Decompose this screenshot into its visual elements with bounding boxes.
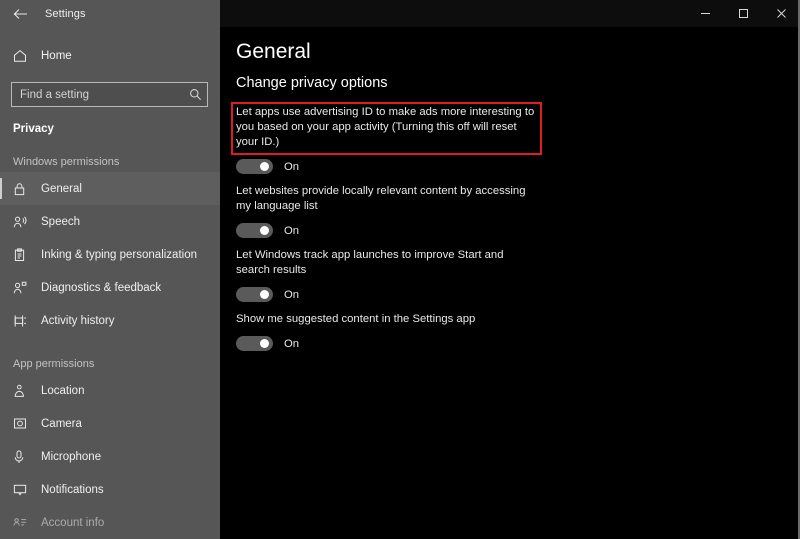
setting-advertising-id: Let apps use advertising ID to make ads …	[236, 105, 556, 174]
title-bar-left: Settings	[0, 0, 220, 27]
maximize-icon[interactable]	[724, 0, 762, 27]
toggle-knob	[260, 339, 269, 348]
toggle-knob	[260, 290, 269, 299]
toggle-state-label: On	[284, 160, 300, 173]
home-icon	[13, 49, 37, 63]
notifications-icon	[13, 483, 37, 496]
setting-label: Show me suggested content in the Setting…	[236, 313, 476, 325]
setting-label: Let Windows track app launches to improv…	[236, 249, 504, 276]
sidebar-group-heading-app-permissions: App permissions	[13, 358, 95, 370]
page-title: General	[236, 40, 311, 63]
window-controls	[686, 0, 798, 27]
toggle-knob	[260, 162, 269, 171]
diagnostics-icon	[13, 281, 37, 295]
main-content: General Change privacy options Let apps …	[220, 27, 798, 539]
sidebar-item-label: Microphone	[41, 450, 102, 463]
sidebar-item-label: Speech	[41, 215, 81, 228]
location-icon	[13, 384, 37, 398]
sidebar-category-title: Privacy	[13, 123, 54, 135]
account-info-icon	[13, 516, 37, 529]
clipboard-icon	[13, 247, 37, 262]
toggle-row[interactable]: On	[236, 223, 556, 238]
microphone-icon	[13, 450, 37, 464]
minimize-icon[interactable]	[686, 0, 724, 27]
sidebar-item-label: Location	[41, 384, 85, 397]
sidebar-item-label: Account info	[41, 516, 105, 529]
setting-label: Let websites provide locally relevant co…	[236, 185, 526, 212]
sidebar-item-label: Diagnostics & feedback	[41, 281, 162, 294]
privacy-options-list: Let apps use advertising ID to make ads …	[236, 105, 556, 361]
sidebar-item-diagnostics-feedback[interactable]: Diagnostics & feedback	[0, 271, 220, 304]
sidebar-item-activity-history[interactable]: Activity history	[0, 304, 220, 337]
sidebar-item-notifications[interactable]: Notifications	[0, 473, 220, 506]
search-input[interactable]	[12, 88, 183, 101]
toggle-state-label: On	[284, 224, 300, 237]
sidebar-item-label: Notifications	[41, 483, 104, 496]
sidebar-item-home[interactable]: Home	[0, 43, 220, 69]
advertising-id-toggle[interactable]	[236, 159, 273, 174]
back-arrow-icon[interactable]	[0, 0, 40, 27]
sidebar-item-camera[interactable]: Camera	[0, 407, 220, 440]
section-heading: Change privacy options	[236, 75, 388, 91]
sidebar-item-microphone[interactable]: Microphone	[0, 440, 220, 473]
language-list-toggle[interactable]	[236, 223, 273, 238]
toggle-row[interactable]: On	[236, 287, 556, 302]
sidebar: Home Privacy Windows permissions General	[0, 27, 220, 539]
toggle-row[interactable]: On	[236, 336, 556, 351]
sidebar-item-speech[interactable]: Speech	[0, 205, 220, 238]
sidebar-item-general[interactable]: General	[0, 172, 220, 205]
sidebar-group-heading-windows-permissions: Windows permissions	[13, 156, 120, 168]
setting-suggested-content: Show me suggested content in the Setting…	[236, 312, 556, 351]
camera-icon	[13, 417, 37, 430]
toggle-row[interactable]: On	[236, 159, 556, 174]
toggle-state-label: On	[284, 337, 300, 350]
close-icon[interactable]	[762, 0, 798, 27]
toggle-knob	[260, 226, 269, 235]
app-title: Settings	[45, 7, 86, 20]
sidebar-item-label: Activity history	[41, 314, 115, 327]
speech-icon	[13, 215, 37, 229]
sidebar-item-label: Inking & typing personalization	[41, 248, 197, 261]
sidebar-item-location[interactable]: Location	[0, 374, 220, 407]
activity-history-icon	[13, 314, 37, 328]
sidebar-item-account-info[interactable]: Account info	[0, 506, 220, 539]
settings-window: Settings Home Find a setting Privacy Win…	[0, 0, 800, 539]
lock-icon	[13, 182, 37, 196]
sidebar-home-label: Home	[41, 50, 72, 62]
setting-language-list: Let websites provide locally relevant co…	[236, 184, 556, 238]
title-bar-drag-area	[220, 0, 686, 27]
sidebar-item-inking-typing-personalization[interactable]: Inking & typing personalization	[0, 238, 220, 271]
setting-app-launch-tracking: Let Windows track app launches to improv…	[236, 248, 556, 302]
app-launch-tracking-toggle[interactable]	[236, 287, 273, 302]
sidebar-item-label: Camera	[41, 417, 82, 430]
setting-label: Let apps use advertising ID to make ads …	[236, 106, 535, 148]
sidebar-item-label: General	[41, 182, 82, 195]
search-box[interactable]	[11, 82, 208, 107]
toggle-state-label: On	[284, 288, 300, 301]
title-bar: Settings	[0, 0, 798, 27]
suggested-content-toggle[interactable]	[236, 336, 273, 351]
search-icon[interactable]	[183, 88, 207, 101]
